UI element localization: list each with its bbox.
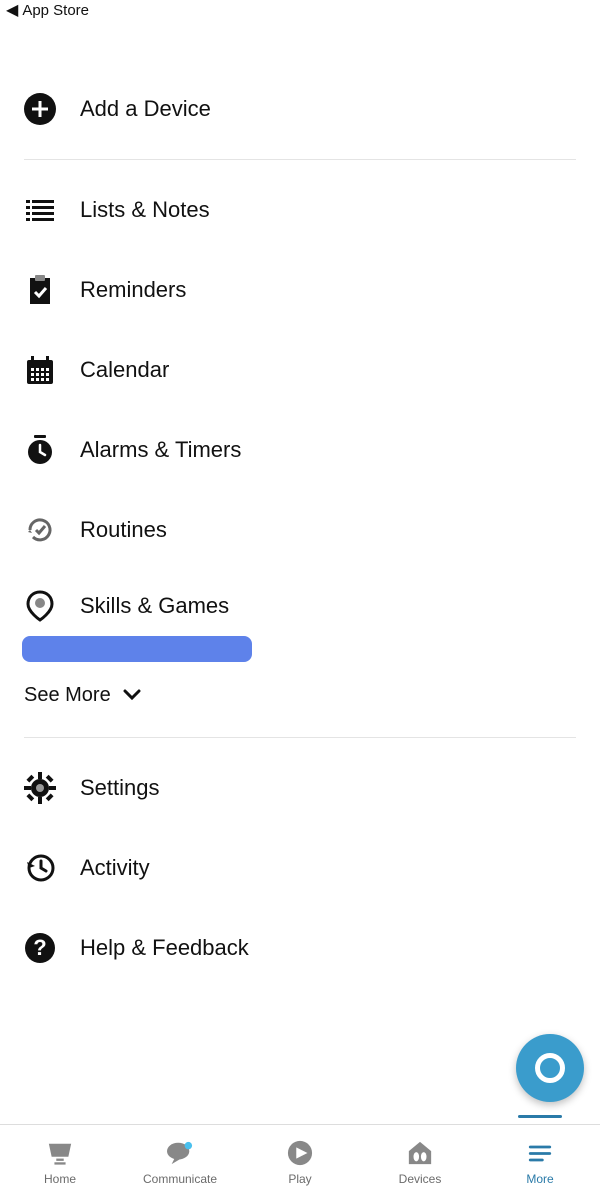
clipboard-check-icon (24, 274, 56, 306)
skills-pin-icon (24, 590, 56, 622)
tab-label: More (526, 1172, 553, 1186)
tab-devices[interactable]: Devices (360, 1125, 480, 1200)
tab-home[interactable]: Home (0, 1125, 120, 1200)
add-a-device-label: Add a Device (80, 96, 211, 122)
alexa-ring-icon (535, 1053, 565, 1083)
menu-item-label: Settings (80, 775, 160, 801)
reminders-row[interactable]: Reminders (24, 250, 576, 330)
menu-item-label: Calendar (80, 357, 169, 383)
chat-bubble-icon (165, 1140, 195, 1166)
menu-lines-icon (525, 1140, 555, 1166)
alarm-clock-icon (24, 434, 56, 466)
skills-games-row[interactable]: Skills & Games (24, 570, 576, 642)
play-circle-icon (285, 1140, 315, 1166)
lists-notes-row[interactable]: Lists & Notes (24, 170, 576, 250)
calendar-row[interactable]: Calendar (24, 330, 576, 410)
home-icon (45, 1140, 75, 1166)
menu-item-label: Lists & Notes (80, 197, 210, 223)
activity-row[interactable]: Activity (24, 828, 576, 908)
history-icon (24, 852, 56, 884)
bottom-tab-bar: Home Communicate Play Devices More (0, 1124, 600, 1200)
menu-item-label: Alarms & Timers (80, 437, 241, 463)
menu-item-label: Reminders (80, 277, 186, 303)
alarms-timers-row[interactable]: Alarms & Timers (24, 410, 576, 490)
menu-item-label: Skills & Games (80, 593, 229, 619)
alexa-voice-button[interactable] (516, 1034, 584, 1102)
chevron-down-icon (123, 684, 141, 707)
help-circle-icon: ? (24, 932, 56, 964)
back-caret-icon: ◀ (6, 3, 18, 19)
routines-row[interactable]: Routines (24, 490, 576, 570)
menu-item-label: Activity (80, 855, 150, 881)
tab-communicate[interactable]: Communicate (120, 1125, 240, 1200)
redaction-scribble (22, 636, 252, 662)
divider (24, 159, 576, 160)
settings-row[interactable]: Settings (24, 748, 576, 828)
calendar-icon (24, 354, 56, 386)
help-feedback-row[interactable]: ? Help & Feedback (24, 908, 576, 988)
back-label: App Store (22, 2, 89, 19)
routines-icon (24, 514, 56, 546)
gear-icon (24, 772, 56, 804)
tab-label: Communicate (143, 1172, 217, 1186)
list-icon (24, 194, 56, 226)
see-more-toggle[interactable]: See More (24, 672, 576, 727)
menu-item-label: Routines (80, 517, 167, 543)
tab-label: Home (44, 1172, 76, 1186)
divider (24, 737, 576, 738)
devices-icon (405, 1140, 435, 1166)
tab-label: Devices (399, 1172, 442, 1186)
plus-circle-icon (24, 93, 56, 125)
tab-label: Play (288, 1172, 311, 1186)
svg-text:?: ? (33, 935, 46, 960)
tab-more[interactable]: More (480, 1125, 600, 1200)
add-a-device-row[interactable]: Add a Device (24, 69, 576, 149)
tab-play[interactable]: Play (240, 1125, 360, 1200)
back-to-app-store[interactable]: ◀ App Store (0, 0, 600, 19)
see-more-label: See More (24, 684, 111, 707)
menu-item-label: Help & Feedback (80, 935, 249, 961)
